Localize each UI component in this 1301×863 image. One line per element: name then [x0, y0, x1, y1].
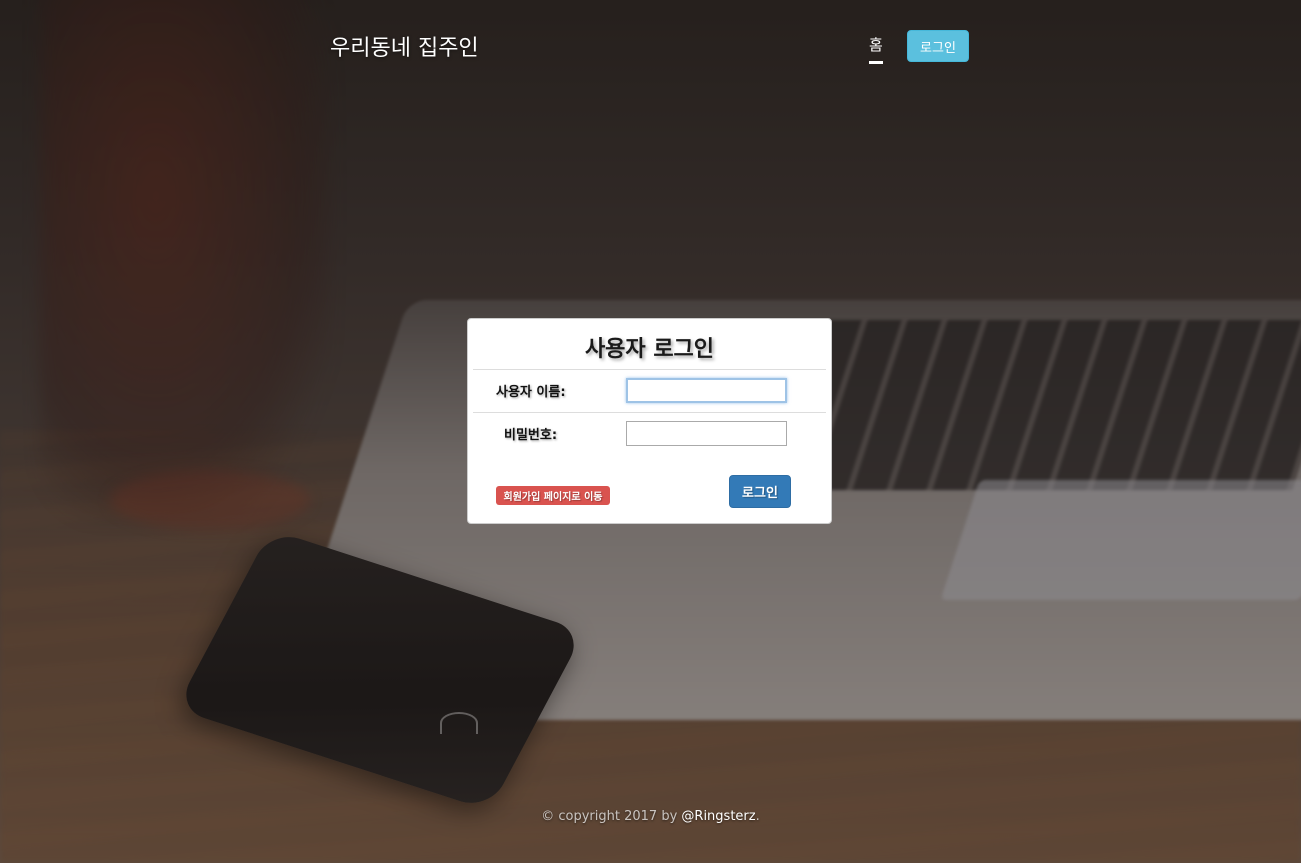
footer-suffix: . — [755, 809, 760, 824]
password-input[interactable] — [626, 421, 787, 446]
nav-home-link[interactable]: 홈 — [869, 34, 883, 64]
divider — [473, 412, 826, 413]
password-label: 비밀번호: — [504, 428, 558, 443]
login-submit-button[interactable]: 로그인 — [729, 475, 791, 508]
divider — [473, 369, 826, 370]
footer: © copyright 2017 by @Ringsterz. — [0, 809, 1301, 824]
site-brand[interactable]: 우리동네 집주인 — [330, 30, 479, 62]
nav-login-button[interactable]: 로그인 — [907, 30, 969, 62]
footer-author-link[interactable]: @Ringsterz — [681, 809, 755, 824]
footer-copyright: © copyright 2017 by — [541, 809, 682, 824]
username-input[interactable] — [626, 378, 787, 403]
signup-page-button[interactable]: 회원가입 페이지로 이동 — [496, 486, 610, 505]
login-card: 사용자 로그인 사용자 이름: 비밀번호: 회원가입 페이지로 이동 로그인 — [467, 318, 832, 524]
username-label: 사용자 이름: — [496, 385, 566, 400]
login-title: 사용자 로그인 — [584, 337, 715, 362]
